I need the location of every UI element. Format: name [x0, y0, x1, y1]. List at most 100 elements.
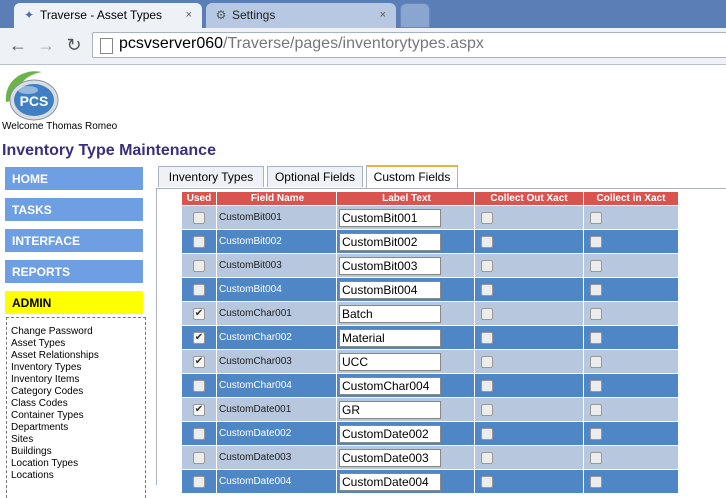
collect-in-cell: [583, 373, 679, 398]
close-icon[interactable]: ×: [186, 3, 192, 27]
table-row: CustomDate003: [181, 445, 679, 470]
tab-traverse-asset-types[interactable]: ✦ Traverse - Asset Types ×: [14, 3, 202, 28]
used-checkbox[interactable]: [193, 235, 205, 248]
label-text-input[interactable]: [339, 424, 441, 443]
sidebar-item-interface[interactable]: INTERFACE: [4, 228, 144, 253]
tab-settings[interactable]: ⚙ Settings ×: [206, 3, 396, 28]
label-text-input[interactable]: [339, 256, 441, 275]
used-checkbox[interactable]: ✔: [193, 403, 205, 416]
collect-in-cell: [583, 277, 679, 302]
submenu-asset-relationships[interactable]: Asset Relationships: [11, 350, 99, 361]
submenu-category-codes[interactable]: Category Codes: [11, 386, 83, 397]
label-text-input[interactable]: [339, 328, 441, 347]
table-row: ✔ CustomChar003: [181, 349, 679, 374]
used-checkbox[interactable]: [193, 451, 205, 464]
used-cell: [181, 469, 217, 494]
address-bar[interactable]: pcsvserver060/Traverse/pages/inventoryty…: [92, 32, 726, 58]
label-text-cell: [336, 349, 475, 374]
collect-out-xact-checkbox[interactable]: [481, 307, 493, 320]
label-text-input[interactable]: [339, 400, 441, 419]
collect-out-xact-checkbox[interactable]: [481, 283, 493, 296]
used-checkbox[interactable]: ✔: [193, 307, 205, 320]
collect-in-cell: [583, 421, 679, 446]
table-row: CustomBit001: [181, 205, 679, 230]
submenu-change-password[interactable]: Change Password: [11, 326, 93, 337]
collect-out-xact-checkbox[interactable]: [481, 259, 493, 272]
used-checkbox[interactable]: [193, 259, 205, 272]
header-used: Used: [181, 191, 217, 206]
table-row: ✔ CustomChar002: [181, 325, 679, 350]
forward-button[interactable]: →: [34, 33, 58, 57]
collect-in-xact-checkbox[interactable]: [590, 475, 602, 488]
collect-in-cell: [583, 301, 679, 326]
collect-out-xact-checkbox[interactable]: [481, 331, 493, 344]
header-collect-out-xact: Collect Out Xact: [474, 191, 584, 206]
submenu-asset-types[interactable]: Asset Types: [11, 338, 65, 349]
collect-in-xact-checkbox[interactable]: [590, 283, 602, 296]
label-text-input[interactable]: [339, 376, 441, 395]
label-text-cell: [336, 469, 475, 494]
tab-custom-fields[interactable]: Custom Fields: [366, 165, 458, 188]
table-header-row: Used Field Name Label Text Collect Out X…: [181, 191, 679, 206]
collect-out-xact-checkbox[interactable]: [481, 427, 493, 440]
collect-in-xact-checkbox[interactable]: [590, 427, 602, 440]
collect-in-xact-checkbox[interactable]: [590, 355, 602, 368]
label-text-input[interactable]: [339, 208, 441, 227]
used-checkbox[interactable]: [193, 427, 205, 440]
back-button[interactable]: ←: [6, 33, 30, 57]
used-checkbox[interactable]: [193, 211, 205, 224]
collect-out-cell: [474, 397, 584, 422]
collect-in-cell: [583, 229, 679, 254]
collect-out-xact-checkbox[interactable]: [481, 355, 493, 368]
collect-out-cell: [474, 349, 584, 374]
collect-in-xact-checkbox[interactable]: [590, 451, 602, 464]
collect-out-cell: [474, 277, 584, 302]
collect-in-xact-checkbox[interactable]: [590, 307, 602, 320]
collect-out-xact-checkbox[interactable]: [481, 211, 493, 224]
close-icon[interactable]: ×: [380, 3, 386, 27]
submenu-buildings[interactable]: Buildings: [11, 446, 52, 457]
sidebar-item-home[interactable]: HOME: [4, 166, 144, 191]
label-text-input[interactable]: [339, 280, 441, 299]
collect-out-xact-checkbox[interactable]: [481, 235, 493, 248]
used-checkbox[interactable]: [193, 283, 205, 296]
label-text-input[interactable]: [339, 352, 441, 371]
tab-inventory-types[interactable]: Inventory Types: [158, 166, 264, 187]
submenu-inventory-types[interactable]: Inventory Types: [11, 362, 81, 373]
submenu-location-types[interactable]: Location Types: [11, 458, 78, 469]
label-text-input[interactable]: [339, 448, 441, 467]
collect-out-xact-checkbox[interactable]: [481, 475, 493, 488]
field-name-cell: CustomDate003: [216, 445, 337, 470]
used-checkbox[interactable]: [193, 379, 205, 392]
reload-button[interactable]: ↻: [62, 33, 86, 57]
collect-out-xact-checkbox[interactable]: [481, 379, 493, 392]
collect-out-xact-checkbox[interactable]: [481, 403, 493, 416]
label-text-input[interactable]: [339, 304, 441, 323]
collect-in-xact-checkbox[interactable]: [590, 235, 602, 248]
sidebar-item-tasks[interactable]: TASKS: [4, 197, 144, 222]
sidebar-item-admin[interactable]: ADMIN: [4, 290, 144, 315]
collect-in-xact-checkbox[interactable]: [590, 403, 602, 416]
collect-in-xact-checkbox[interactable]: [590, 259, 602, 272]
used-checkbox[interactable]: ✔: [193, 355, 205, 368]
tab-optional-fields[interactable]: Optional Fields: [267, 166, 363, 187]
collect-in-xact-checkbox[interactable]: [590, 331, 602, 344]
submenu-departments[interactable]: Departments: [11, 422, 68, 433]
collect-in-xact-checkbox[interactable]: [590, 379, 602, 392]
content-tabs: Inventory Types Optional Fields Custom F…: [156, 165, 726, 189]
collect-out-xact-checkbox[interactable]: [481, 451, 493, 464]
used-checkbox[interactable]: ✔: [193, 331, 205, 344]
new-tab-button[interactable]: [400, 3, 430, 28]
used-checkbox[interactable]: [193, 475, 205, 488]
sidebar-item-reports[interactable]: REPORTS: [4, 259, 144, 284]
submenu-container-types[interactable]: Container Types: [11, 410, 84, 421]
submenu-locations[interactable]: Locations: [11, 470, 54, 481]
submenu-sites[interactable]: Sites: [11, 434, 33, 445]
label-text-input[interactable]: [339, 232, 441, 251]
field-name-cell: CustomBit001: [216, 205, 337, 230]
submenu-class-codes[interactable]: Class Codes: [11, 398, 68, 409]
submenu-inventory-items[interactable]: Inventory Items: [11, 374, 79, 385]
label-text-input[interactable]: [339, 472, 441, 491]
collect-in-xact-checkbox[interactable]: [590, 211, 602, 224]
used-cell: ✔: [181, 397, 217, 422]
